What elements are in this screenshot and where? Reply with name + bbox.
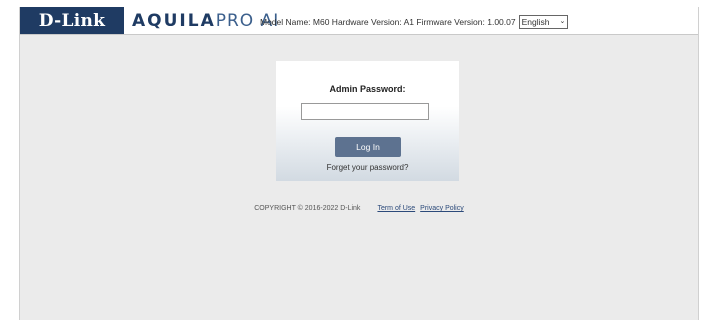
language-value: English (521, 17, 550, 27)
page-frame: D-Link AQUILA PRO AI Model Name: M60 Hard… (19, 7, 699, 320)
login-panel: Admin Password: Log In Forget your passw… (276, 61, 459, 181)
dlink-logo: D-Link (20, 7, 124, 34)
password-label: Admin Password: (329, 84, 406, 94)
brand-text: D-Link (38, 10, 106, 31)
footer: COPYRIGHT © 2016-2022 D-Link Term of Use… (20, 205, 698, 212)
device-info-text: Model Name: M60 Hardware Version: A1 Fir… (260, 17, 516, 27)
forget-password-link[interactable]: Forget your password? (276, 163, 459, 172)
device-info: Model Name: M60 Hardware Version: A1 Fir… (260, 15, 569, 29)
product-name-bold: AQUILA (132, 11, 216, 31)
copyright-text: COPYRIGHT © 2016-2022 D-Link (254, 205, 361, 212)
login-button[interactable]: Log In (335, 137, 401, 157)
password-input[interactable] (301, 103, 429, 120)
language-select[interactable]: English ⌄ (518, 15, 569, 29)
privacy-link[interactable]: Privacy Policy (420, 205, 464, 212)
product-logo: AQUILA PRO AI (132, 10, 279, 32)
terms-link[interactable]: Term of Use (377, 205, 415, 212)
top-bar: D-Link AQUILA PRO AI Model Name: M60 Hard… (20, 7, 698, 35)
chevron-down-icon: ⌄ (559, 18, 566, 25)
